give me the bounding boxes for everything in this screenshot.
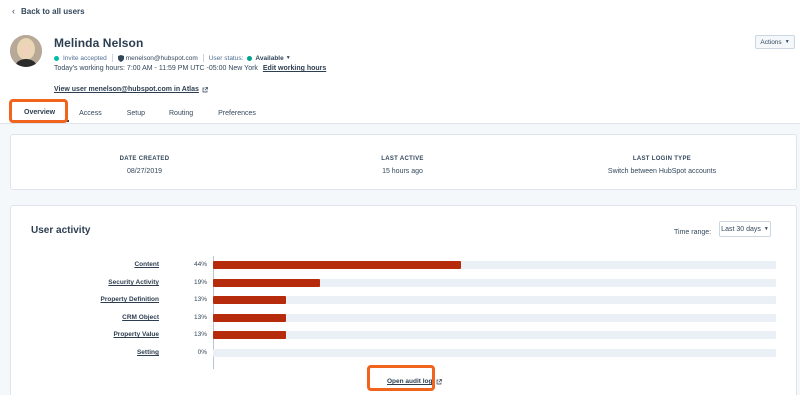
available-status-dot <box>247 55 253 61</box>
stat-last-active: LAST ACTIVE 15 hours ago <box>349 156 456 175</box>
activity-percent: 13% <box>193 314 207 321</box>
invite-status-dot <box>54 55 59 61</box>
user-name: Melinda Nelson <box>54 36 144 50</box>
open-audit-log-link[interactable]: Open audit log <box>387 378 442 385</box>
caret-down-icon: ▼ <box>763 226 769 232</box>
activity-percent: 13% <box>193 331 207 338</box>
activity-bar-fill <box>213 331 286 339</box>
tab-access[interactable]: Access <box>69 104 102 122</box>
summary-card: DATE CREATED 08/27/2019 LAST ACTIVE 15 h… <box>10 134 797 190</box>
activity-bar-track <box>213 349 776 357</box>
working-hours-text: Today's working hours: 7:00 AM - 11:59 P… <box>54 65 258 72</box>
atlas-link-label: View user menelson@hubspot.com in Atlas <box>54 86 199 93</box>
activity-row: Property Value 13% <box>11 330 791 340</box>
user-photo <box>10 35 42 67</box>
avatar <box>10 35 42 67</box>
activity-bar-fill <box>213 314 286 322</box>
divider <box>111 54 113 62</box>
activity-row: Setting 0% <box>11 348 791 358</box>
activity-bar-track <box>213 296 776 304</box>
external-link-icon <box>202 86 208 92</box>
stat-last-login-type: LAST LOGIN TYPE Switch between HubSpot a… <box>581 156 743 175</box>
user-email: menelson@hubspot.com <box>125 54 198 62</box>
activity-bar-track <box>213 314 776 322</box>
tab-overview[interactable]: Overview <box>10 104 70 122</box>
activity-percent: 0% <box>197 349 207 356</box>
chevron-left-icon: ‹ <box>12 6 15 16</box>
external-link-icon <box>436 378 442 384</box>
stat-date-created: DATE CREATED 08/27/2019 <box>91 156 198 175</box>
user-activity-title: User activity <box>31 225 91 236</box>
view-in-atlas-link[interactable]: View user menelson@hubspot.com in Atlas <box>54 86 208 93</box>
activity-category-link[interactable]: Property Value <box>113 330 159 340</box>
activity-bar-track <box>213 261 776 269</box>
activity-percent: 44% <box>193 261 207 268</box>
activity-row: Security Activity 19% <box>11 278 791 288</box>
tab-routing[interactable]: Routing <box>145 104 193 122</box>
activity-bar-fill <box>213 279 320 287</box>
activity-bar-track <box>213 279 776 287</box>
back-to-users-link[interactable]: ‹ Back to all users <box>12 6 85 16</box>
audit-link-label: Open audit log <box>387 378 433 385</box>
tab-setup[interactable]: Setup <box>102 104 145 122</box>
activity-category-link[interactable]: Setting <box>137 348 159 358</box>
activity-category-link[interactable]: Security Activity <box>108 278 159 288</box>
activity-percent: 19% <box>193 279 207 286</box>
activity-bar-fill <box>213 261 461 269</box>
back-link-label: Back to all users <box>21 6 85 16</box>
stat-label: LAST ACTIVE <box>381 156 424 162</box>
activity-bar-track <box>213 331 776 339</box>
invite-status: Invite accepted <box>63 54 107 62</box>
activity-bar-fill <box>213 296 286 304</box>
user-status-label: User status: <box>208 54 244 62</box>
activity-category-link[interactable]: CRM Object <box>122 313 159 323</box>
stat-value: Switch between HubSpot accounts <box>607 168 717 175</box>
stat-label: DATE CREATED <box>119 156 170 162</box>
user-meta-row: Invite accepted menelson@hubspot.com Use… <box>54 54 291 62</box>
caret-down-icon[interactable]: ▼ <box>286 55 291 61</box>
activity-row: Content 44% <box>11 260 791 270</box>
activity-category-link[interactable]: Content <box>134 260 159 270</box>
user-activity-card: User activity Time range: Last 30 days ▼… <box>10 205 797 395</box>
stat-value: 08/27/2019 <box>126 168 163 175</box>
time-range-label: Time range: <box>674 229 712 236</box>
stat-value: 15 hours ago <box>382 168 423 175</box>
tab-bar: Overview Access Setup Routing Preference… <box>10 104 256 124</box>
activity-row: CRM Object 13% <box>11 313 791 323</box>
stat-label: LAST LOGIN TYPE <box>632 156 692 162</box>
caret-down-icon: ▼ <box>784 39 790 45</box>
actions-label: Actions <box>760 38 782 46</box>
actions-button[interactable]: Actions ▼ <box>755 35 795 49</box>
working-hours-row: Today's working hours: 7:00 AM - 11:59 P… <box>54 65 326 72</box>
activity-percent: 13% <box>193 296 207 303</box>
divider <box>202 54 204 62</box>
activity-category-link[interactable]: Property Definition <box>100 295 159 305</box>
user-header: ‹ Back to all users Melinda Nelson Invit… <box>0 0 800 124</box>
edit-working-hours-link[interactable]: Edit working hours <box>263 65 326 72</box>
activity-row: Property Definition 13% <box>11 295 791 305</box>
shield-icon <box>117 54 124 62</box>
tab-preferences[interactable]: Preferences <box>193 104 256 122</box>
user-status-dropdown[interactable]: Available <box>255 55 283 62</box>
time-range-value: Last 30 days <box>721 225 761 233</box>
time-range-select[interactable]: Last 30 days ▼ <box>719 221 771 237</box>
